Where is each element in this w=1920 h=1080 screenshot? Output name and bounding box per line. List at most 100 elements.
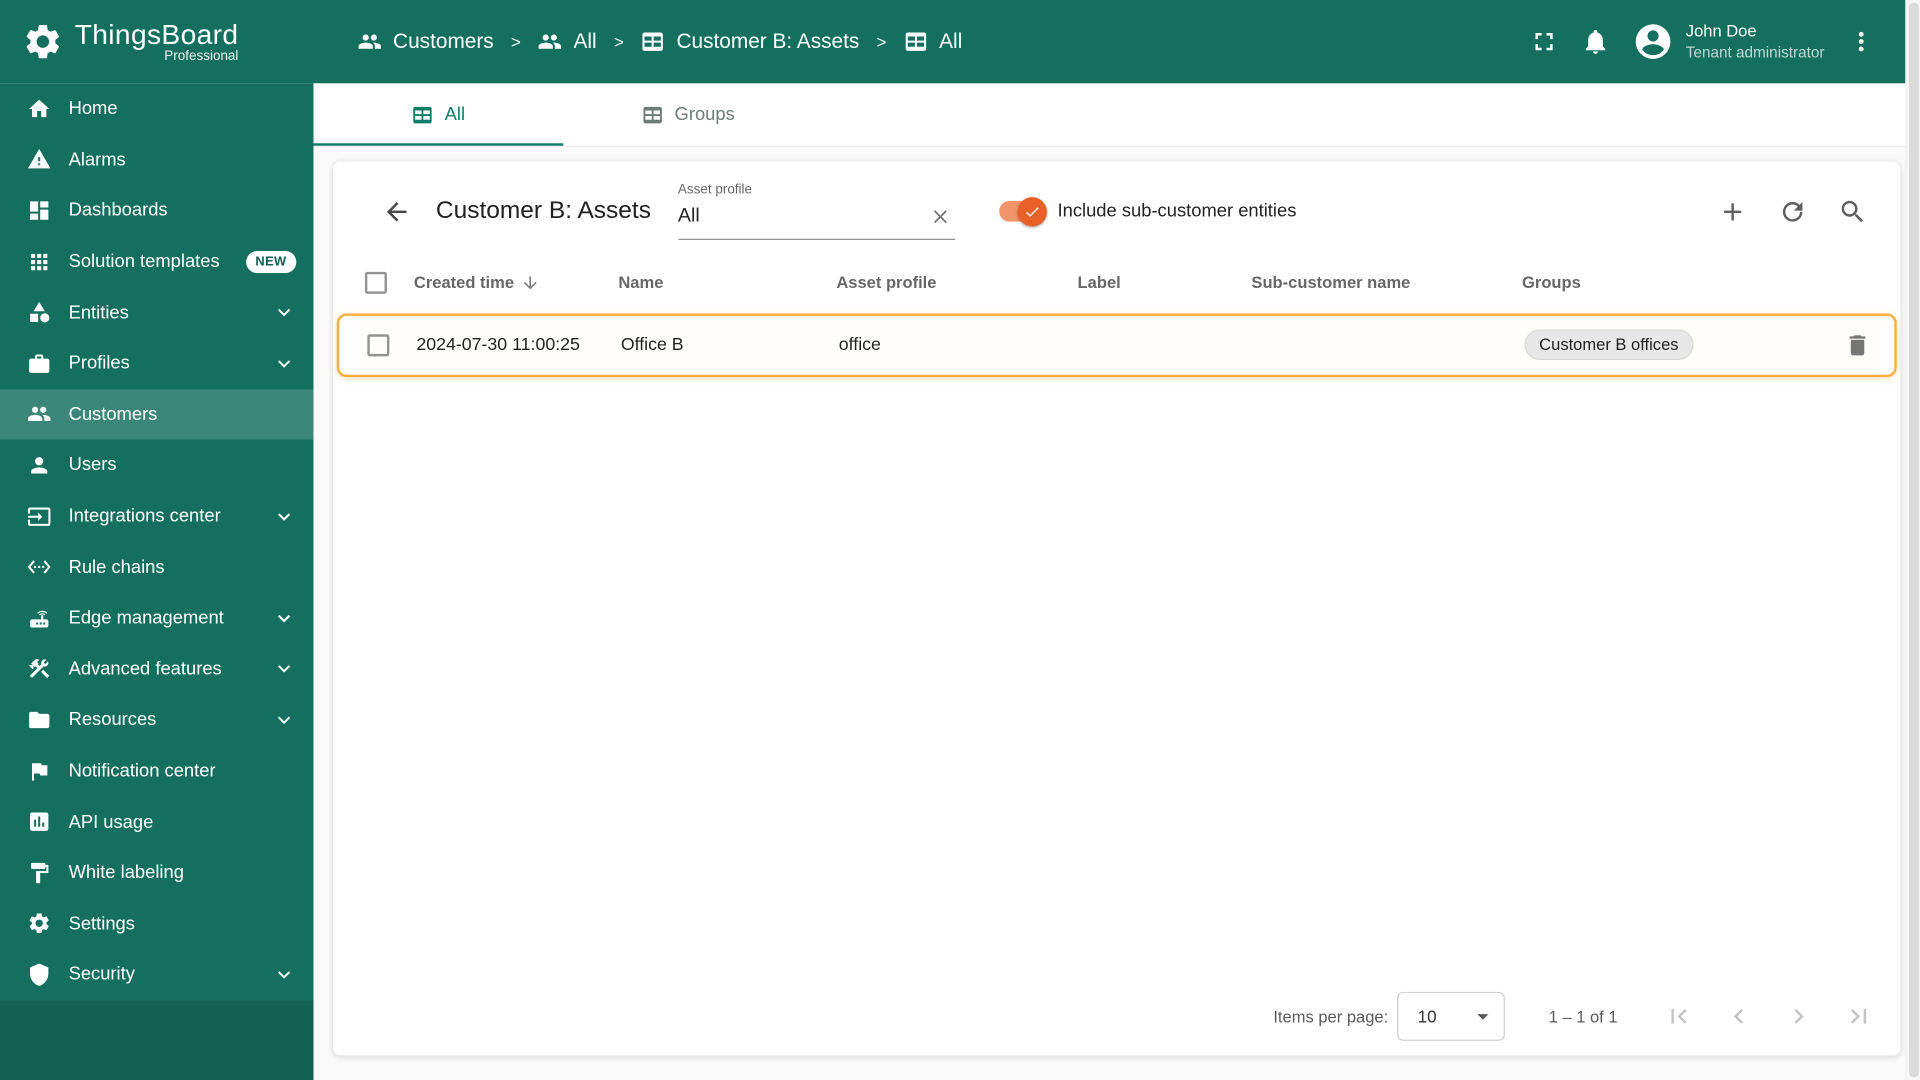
cell-asset-profile: office [838, 335, 881, 355]
items-per-page-label: Items per page: [1273, 1007, 1389, 1026]
page-title: Customer B: Assets [435, 197, 651, 225]
table-icon [641, 103, 663, 125]
table-row[interactable]: 2024-07-30 11:00:25 Office B office Cust… [336, 313, 1897, 377]
column-header-created-time[interactable]: Created time [414, 273, 618, 293]
last-page-icon [1844, 1002, 1873, 1031]
clear-filter-button[interactable] [925, 203, 954, 232]
cell-name: Office B [620, 335, 684, 355]
column-header-asset-profile[interactable]: Asset profile [836, 273, 1077, 291]
breadcrumb-customer-b-assets[interactable]: Customer B: Assets [641, 29, 859, 53]
kebab-icon [1847, 27, 1876, 56]
people-icon [27, 402, 51, 426]
sidebar-item-dashboards[interactable]: Dashboards [0, 185, 313, 236]
delete-row-button[interactable] [1832, 321, 1881, 370]
asset-profile-control: All [677, 200, 955, 241]
input-icon [27, 504, 51, 528]
sidebar-item-settings[interactable]: Settings [0, 898, 313, 949]
back-button[interactable] [372, 187, 421, 236]
sidebar-item-white-labeling[interactable]: White labeling [0, 847, 313, 898]
last-page-button[interactable] [1834, 992, 1883, 1041]
user-meta: John Doe Tenant administrator [1686, 21, 1825, 62]
row-checkbox[interactable] [367, 334, 390, 357]
sidebar-item-profiles[interactable]: Profiles [0, 338, 313, 389]
sidebar-item-label: Edge management [68, 607, 224, 629]
sidebar-item-entities[interactable]: Entities [0, 287, 313, 338]
items-per-page-select[interactable]: 10 [1396, 991, 1505, 1041]
warning-icon [27, 147, 51, 171]
sidebar-item-label: Entities [68, 302, 129, 323]
arrow-drop-down-icon [1469, 1003, 1496, 1030]
sidebar-item-rule-chains[interactable]: Rule chains [0, 542, 313, 593]
sidebar-item-edge-management[interactable]: Edge management [0, 593, 313, 644]
sidebar-item-notification-center[interactable]: Notification center [0, 745, 313, 796]
gear-icon [27, 911, 51, 935]
sidebar-item-users[interactable]: Users [0, 440, 313, 491]
sidebar-item-label: Home [68, 98, 118, 120]
breadcrumb-all-customers[interactable]: All [538, 29, 597, 53]
breadcrumb: Customers > All > Customer B: Assets > A… [313, 29, 962, 53]
plus-icon [1718, 197, 1747, 226]
pager [1654, 992, 1883, 1041]
cell-groups: Customer B offices [1524, 329, 1819, 361]
first-page-button[interactable] [1654, 992, 1703, 1041]
dashboard-icon [27, 198, 51, 222]
tab-label: All [444, 104, 466, 125]
folder-icon [27, 708, 51, 732]
entity-tabs: All Groups [313, 83, 1920, 147]
refresh-button[interactable] [1768, 187, 1817, 236]
breadcrumb-all-assets[interactable]: All [904, 29, 962, 53]
include-subcustomer-toggle[interactable] [998, 197, 1047, 227]
top-appbar: ThingsBoard Professional Customers > All… [0, 0, 1920, 84]
sidebar-item-api-usage[interactable]: API usage [0, 796, 313, 847]
breadcrumb-separator: > [510, 31, 521, 52]
tab-groups[interactable]: Groups [563, 83, 813, 145]
select-all-checkbox[interactable] [364, 271, 387, 294]
asset-profile-value: All [677, 206, 700, 228]
next-page-button[interactable] [1774, 992, 1823, 1041]
user-menu[interactable]: John Doe Tenant administrator [1632, 21, 1825, 63]
apps-icon [27, 249, 51, 273]
breadcrumb-label: Customers [393, 29, 494, 53]
sidebar-item-advanced-features[interactable]: Advanced features [0, 644, 313, 695]
previous-page-button[interactable] [1714, 992, 1763, 1041]
refresh-icon [1778, 197, 1807, 226]
sidebar-item-label: Advanced features [68, 658, 222, 680]
fullscreen-button[interactable] [1519, 17, 1568, 66]
sidebar-item-home[interactable]: Home [0, 83, 313, 134]
column-header-sub-customer-name[interactable]: Sub-customer name [1251, 273, 1522, 291]
search-button[interactable] [1828, 187, 1877, 236]
chevron-down-icon [272, 708, 296, 732]
column-header-name[interactable]: Name [618, 273, 836, 291]
sidebar-item-solution-templates[interactable]: Solution templates NEW [0, 236, 313, 287]
breadcrumb-customers[interactable]: Customers [358, 29, 494, 53]
tab-all[interactable]: All [313, 83, 564, 146]
column-header-label[interactable]: Label [1078, 273, 1252, 291]
table-header-row: Created time Name Asset profile Label Su… [333, 257, 1900, 308]
more-options-button[interactable] [1837, 17, 1886, 66]
sidebar-item-integrations-center[interactable]: Integrations center [0, 491, 313, 542]
thingsboard-logo[interactable]: ThingsBoard Professional [0, 18, 313, 64]
sidebar-item-customers[interactable]: Customers [0, 388, 314, 440]
sidebar-item-resources[interactable]: Resources [0, 694, 313, 745]
avatar [1632, 21, 1674, 63]
chevron-down-icon [272, 657, 296, 681]
sidebar-item-alarms[interactable]: Alarms [0, 134, 313, 185]
breadcrumb-separator: > [876, 31, 887, 52]
toggle-label: Include sub-customer entities [1057, 201, 1297, 223]
user-name: John Doe [1685, 22, 1757, 41]
scrollbar-thumb[interactable] [1908, 2, 1919, 1078]
group-chip[interactable]: Customer B offices [1524, 329, 1694, 361]
trash-icon [1843, 332, 1870, 359]
content-area: Customer B: Assets Asset profile All Inc… [313, 147, 1920, 1080]
breadcrumb-label: All [573, 29, 597, 53]
notifications-button[interactable] [1571, 17, 1620, 66]
asset-profile-select[interactable]: Asset profile All [677, 183, 955, 241]
person-icon [27, 453, 51, 477]
column-label: Groups [1522, 273, 1581, 292]
items-per-page-value: 10 [1417, 1006, 1437, 1027]
breadcrumb-separator: > [613, 31, 624, 52]
table-toolbar: Customer B: Assets Asset profile All Inc… [333, 162, 1900, 247]
add-asset-button[interactable] [1708, 187, 1757, 236]
sidebar-item-security[interactable]: Security [0, 949, 313, 1000]
breadcrumb-label: Customer B: Assets [676, 29, 860, 53]
